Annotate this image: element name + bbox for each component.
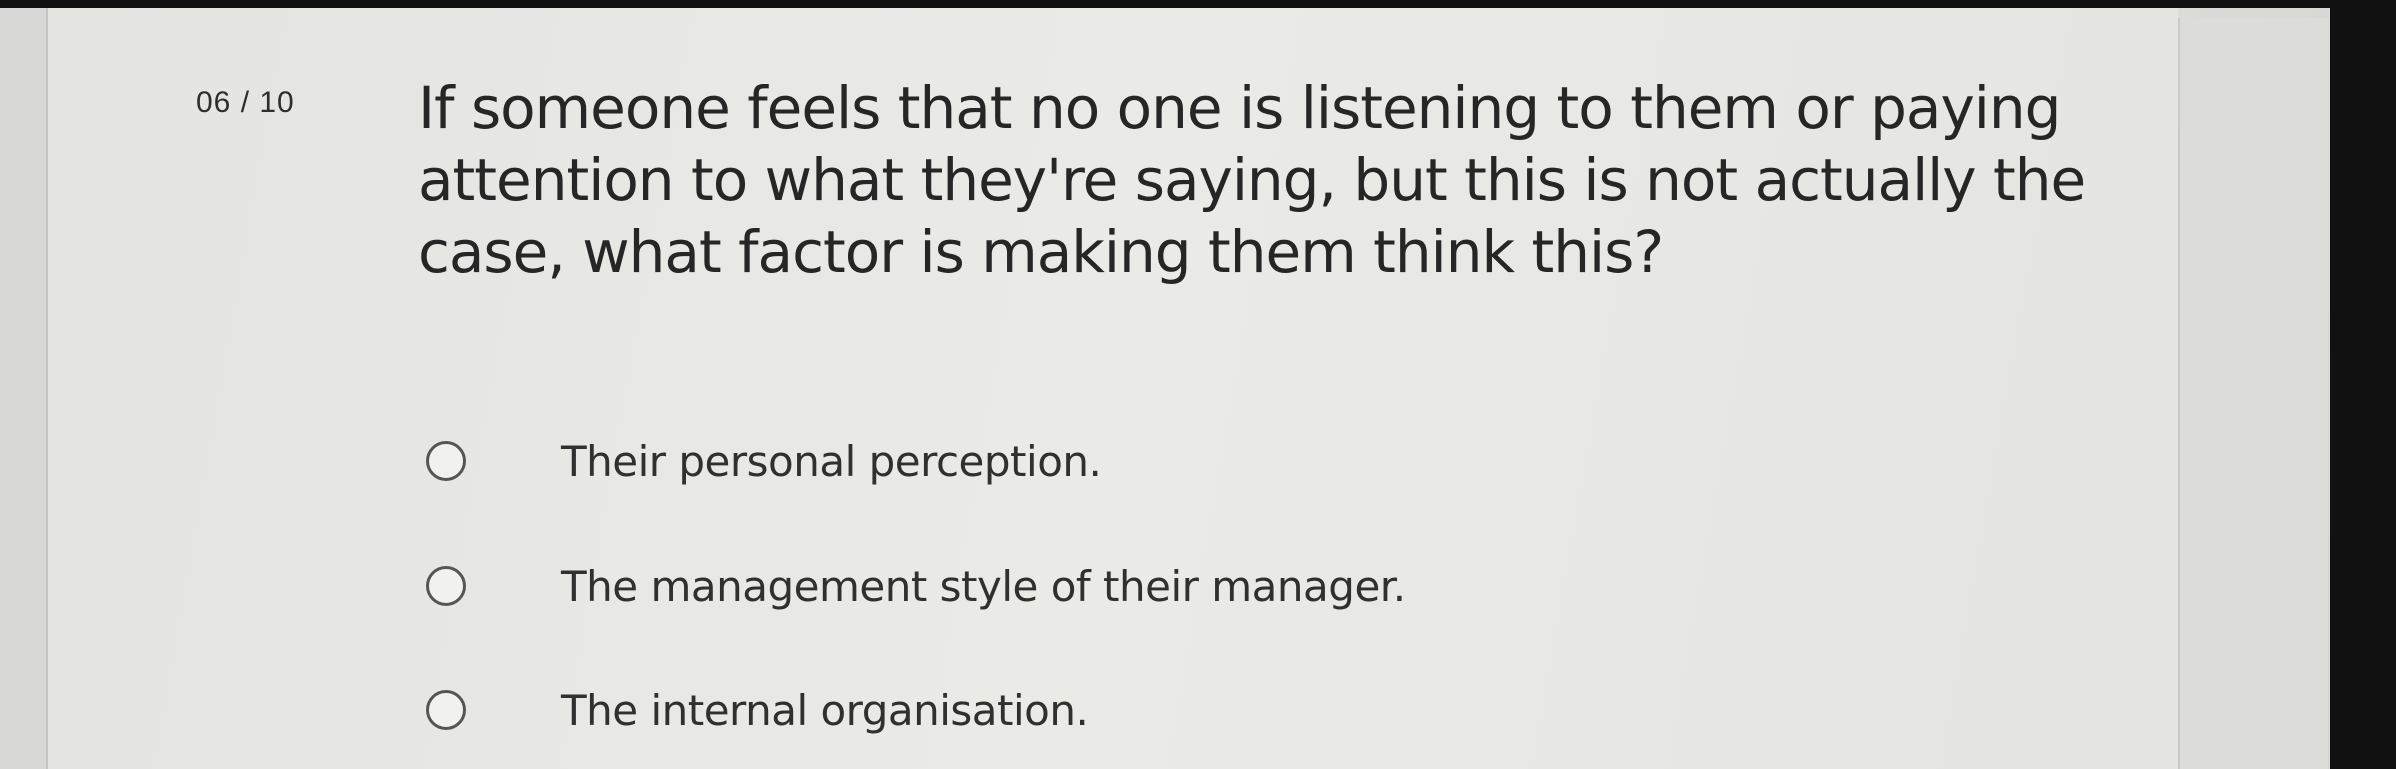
radio-button-icon[interactable] [426, 566, 466, 606]
screen: 06 / 10 If someone feels that no one is … [0, 0, 2396, 769]
question-counter: 06 / 10 [196, 86, 295, 119]
answer-option-2[interactable]: The management style of their manager. [426, 556, 1406, 616]
answer-option-label[interactable]: The management style of their manager. [561, 562, 1406, 611]
left-panel-edge [0, 8, 48, 769]
answer-option-label[interactable]: The internal organisation. [561, 686, 1089, 735]
quiz-page: 06 / 10 If someone feels that no one is … [0, 8, 2330, 769]
question-text: If someone feels that no one is listenin… [418, 74, 2086, 286]
radio-button-icon[interactable] [426, 441, 466, 481]
question-card: 06 / 10 If someone feels that no one is … [48, 8, 2178, 769]
answer-option-label[interactable]: Their personal perception. [561, 437, 1102, 486]
radio-button-icon[interactable] [426, 690, 466, 730]
answer-option-1[interactable]: Their personal perception. [426, 431, 1102, 491]
answer-option-3[interactable]: The internal organisation. [426, 680, 1089, 740]
right-panel-edge [2178, 18, 2328, 769]
